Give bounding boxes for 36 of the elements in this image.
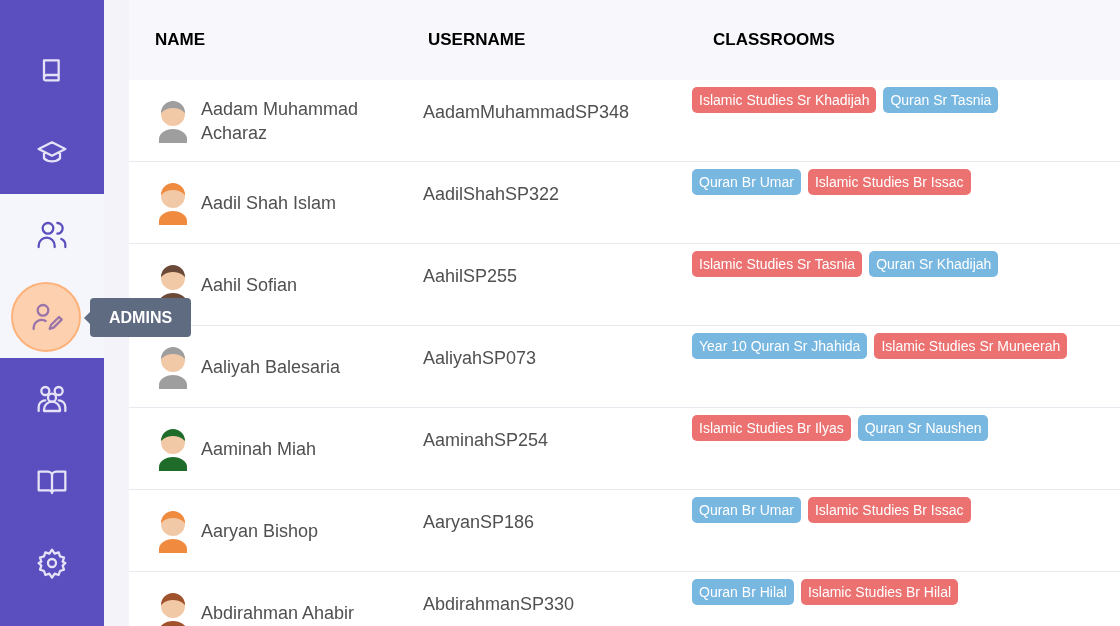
user-pencil-icon [31,301,63,333]
classroom-tag: Islamic Studies Sr Muneerah [874,333,1068,359]
student-name: Aadam Muhammad Acharaz [201,97,360,145]
student-name: Aadil Shah Islam [201,191,338,215]
settings-icon [36,547,68,579]
classroom-tag: Year 10 Quran Sr Jhahida [692,333,868,359]
column-header: NAME [155,30,206,50]
tooltip: ADMINS [90,298,192,337]
classroom-tag: Islamic Studies Br Ilyas [692,415,851,441]
classroom-tag: Quran Sr Khadijah [869,251,999,277]
classroom-tag: Quran Br Umar [692,497,801,523]
username: AaminahSP254 [423,430,549,450]
username: AadamMuhammadSP348 [423,102,630,122]
classroom-tag: Islamic Studies Br Issac [807,169,971,195]
student-name: Aaliyah Balesaria [201,355,342,379]
username: AadilShahSP322 [423,184,560,204]
student-name: Abdirahman Ahabir [201,601,356,625]
classroom-tag: Quran Br Umar [692,169,801,195]
classroom-tag: Islamic Studies Sr Khadijah [692,87,877,113]
classroom-tag: Quran Sr Tasnia [883,87,999,113]
student-name: Aaminah Miah [201,437,318,461]
users-icon [36,219,68,251]
classroom-tag: Islamic Studies Br Issac [807,497,971,523]
column-header: CLASSROOMS [713,30,835,50]
username: AahilSP255 [423,266,518,286]
username: AaryanSP186 [423,512,535,532]
username: AaliyahSP073 [423,348,537,368]
username: AbdirahmanSP330 [423,594,575,614]
student-name: Aaryan Bishop [201,519,320,543]
group-icon [36,383,68,415]
column-header: USERNAME [428,30,526,50]
classroom-tag: Islamic Studies Sr Tasnia [692,251,863,277]
classroom-tag: Quran Br Hilal [692,579,794,605]
student-name: Aahil Sofian [201,273,299,297]
classroom-tag: Quran Sr Naushen [857,415,989,441]
classroom-tag: Islamic Studies Br Hilal [800,579,959,605]
